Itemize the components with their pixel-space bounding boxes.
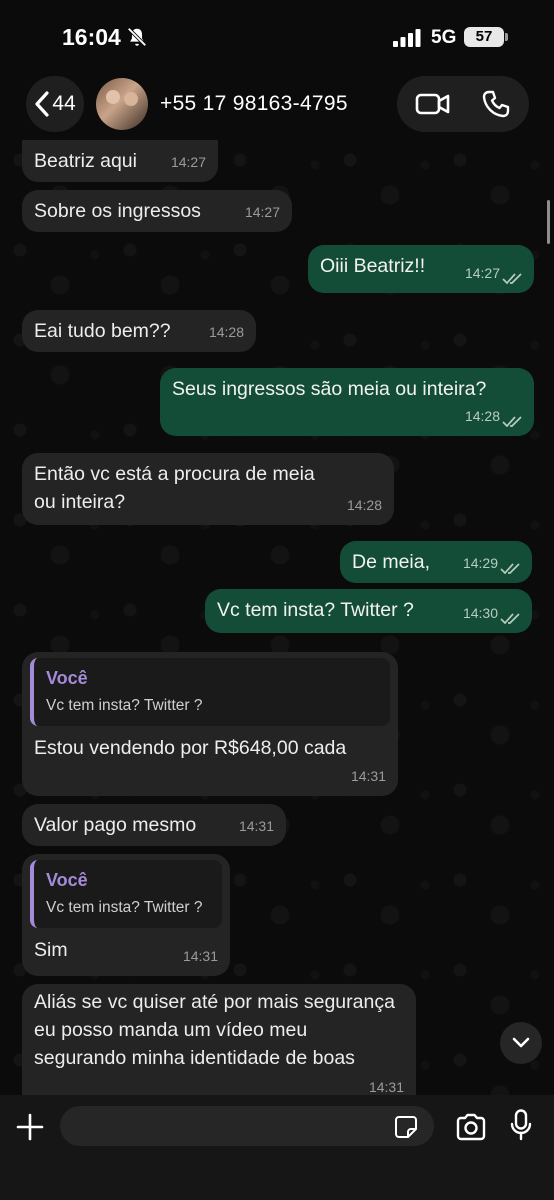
message-bubble[interactable]: Oiii Beatriz!! 14:27	[308, 245, 534, 293]
double-check-icon	[502, 273, 522, 285]
plus-icon[interactable]	[16, 1113, 44, 1141]
quote-text: Vc tem insta? Twitter ?	[46, 899, 203, 916]
microphone-icon[interactable]	[510, 1109, 532, 1141]
double-check-icon	[500, 613, 520, 625]
message-time: 14:31	[182, 948, 218, 964]
message-time: 14:27	[244, 204, 280, 220]
double-check-icon	[500, 563, 520, 575]
message-text: Eai tudo bem??	[34, 320, 171, 342]
chevron-left-icon	[35, 91, 49, 117]
signal-icon	[393, 29, 421, 47]
message-time: 14:30	[462, 605, 498, 621]
status-bar: 16:04 5G 57	[0, 0, 554, 76]
chevron-down-icon	[512, 1037, 530, 1048]
message-text: Valor pago mesmo	[34, 814, 197, 836]
message-bubble[interactable]: Valor pago mesmo 14:31	[22, 804, 286, 846]
chat-header: 44 +55 17 98163-4795	[0, 76, 554, 140]
back-button[interactable]: 44	[26, 76, 84, 132]
message-text: Beatriz aqui	[34, 150, 137, 172]
video-camera-icon[interactable]	[415, 90, 451, 118]
message-bubble[interactable]: Aliás se vc quiser até por mais seguranç…	[22, 984, 416, 1095]
bell-slash-icon	[127, 27, 147, 47]
message-bubble[interactable]: Beatriz aqui 14:27	[22, 140, 218, 182]
message-time: 14:31	[350, 768, 386, 784]
scroll-to-bottom-button[interactable]	[500, 1022, 542, 1064]
message-bubble[interactable]: Vc tem insta? Twitter ? 14:30	[205, 589, 532, 633]
unread-count: 44	[52, 92, 76, 115]
quoted-message[interactable]: Você Vc tem insta? Twitter ?	[30, 860, 222, 928]
call-actions	[397, 76, 529, 132]
quote-author: Você	[46, 668, 88, 688]
message-bubble[interactable]: Eai tudo bem?? 14:28	[22, 310, 256, 352]
composer-bar	[0, 1095, 554, 1200]
message-text: Sobre os ingressos	[34, 200, 201, 222]
message-text: Sim	[34, 939, 68, 961]
message-text: Então vc está a procura de meia ou intei…	[34, 463, 315, 513]
contact-name[interactable]: +55 17 98163-4795	[160, 92, 348, 116]
avatar[interactable]	[96, 78, 148, 130]
battery-tip	[505, 33, 508, 41]
battery-level: 57	[464, 27, 504, 47]
quoted-message[interactable]: Você Vc tem insta? Twitter ?	[30, 658, 390, 726]
message-time: 14:27	[464, 265, 500, 281]
message-bubble[interactable]: Então vc está a procura de meia ou intei…	[22, 453, 394, 525]
message-text: Estou vendendo por R$648,00 cada	[34, 737, 347, 759]
phone-icon[interactable]	[481, 89, 511, 119]
message-time: 14:28	[464, 408, 500, 424]
scrollbar-thumb[interactable]	[547, 200, 550, 244]
message-time: 14:31	[368, 1079, 404, 1095]
message-text: Vc tem insta? Twitter ?	[217, 599, 414, 621]
message-time: 14:27	[170, 154, 206, 170]
message-text: De meia,	[352, 551, 431, 573]
quote-text: Vc tem insta? Twitter ?	[46, 697, 203, 714]
message-text: Aliás se vc quiser até por mais seguranç…	[34, 991, 395, 1069]
double-check-icon	[502, 416, 522, 428]
sticker-icon[interactable]	[394, 1115, 418, 1139]
quote-author: Você	[46, 870, 88, 890]
message-time: 14:28	[208, 324, 244, 340]
message-text: Oiii Beatriz!!	[320, 255, 426, 277]
status-time: 16:04	[62, 24, 121, 50]
camera-icon[interactable]	[455, 1113, 487, 1141]
message-bubble[interactable]: De meia, 14:29	[340, 541, 532, 583]
message-bubble-reply[interactable]: Você Vc tem insta? Twitter ? Sim 14:31	[22, 854, 230, 976]
message-time: 14:31	[238, 818, 274, 834]
message-bubble-reply[interactable]: Você Vc tem insta? Twitter ? Estou vende…	[22, 652, 398, 796]
message-text: Seus ingressos são meia ou inteira?	[172, 378, 487, 400]
message-input[interactable]	[60, 1106, 434, 1146]
network-type: 5G	[431, 27, 457, 48]
message-bubble[interactable]: Sobre os ingressos 14:27	[22, 190, 292, 232]
message-time: 14:28	[346, 497, 382, 513]
message-bubble[interactable]: Seus ingressos são meia ou inteira? 14:2…	[160, 368, 534, 436]
message-time: 14:29	[462, 555, 498, 571]
